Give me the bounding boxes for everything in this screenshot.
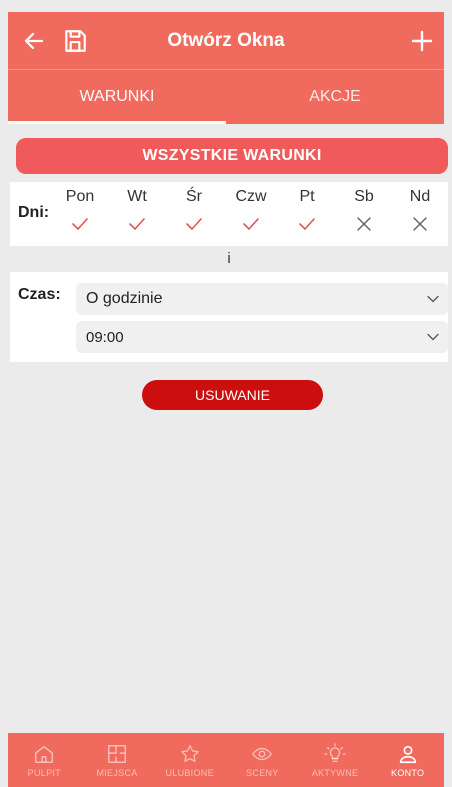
day-sunday[interactable]: Nd: [400, 188, 440, 239]
floorplan-icon: [108, 744, 126, 763]
nav-label: PULPIT: [27, 767, 61, 778]
time-label: Czas:: [18, 286, 61, 303]
nav-label: SCENY: [246, 767, 279, 778]
day-label: Sb: [354, 188, 374, 205]
time-card: Czas: O godzinie 09:00: [10, 272, 448, 362]
days-card: Dni: Pon Wt Śr Czw Pt Sb Nd: [10, 182, 448, 246]
conjunction-label: i: [227, 250, 231, 267]
checkmark-icon: [299, 218, 315, 231]
all-conditions-button[interactable]: WSZYSTKIE WARUNKI: [16, 138, 448, 174]
nav-item-favorites[interactable]: ULUBIONE: [153, 733, 226, 787]
checkmark-icon: [129, 218, 145, 231]
day-tuesday[interactable]: Wt: [117, 188, 157, 239]
nav-label: MIEJSCA: [96, 767, 138, 778]
floppy-disk-icon[interactable]: [62, 28, 88, 54]
bottom-nav: PULPIT MIEJSCA ULUBIONE SCENY AKTYWNE KO…: [8, 733, 444, 787]
star-icon: [180, 744, 199, 762]
tab-bar: WARUNKI AKCJE: [8, 70, 444, 124]
top-bar: Otwórz Okna WARUNKI AKCJE: [8, 12, 444, 124]
time-mode-value: O godzinie: [86, 290, 163, 307]
delete-button[interactable]: USUWANIE: [142, 380, 323, 410]
nav-item-scenes[interactable]: SCENY: [226, 733, 299, 787]
nav-item-active[interactable]: AKTYWNE: [299, 733, 372, 787]
header: Otwórz Okna: [8, 12, 444, 70]
lightbulb-icon: [324, 742, 346, 762]
nav-item-dashboard[interactable]: PULPIT: [8, 733, 81, 787]
nav-label: ULUBIONE: [165, 767, 214, 778]
checkmark-icon: [243, 218, 259, 231]
day-monday[interactable]: Pon: [60, 188, 100, 239]
plus-icon[interactable]: [410, 29, 434, 53]
day-label: Pt: [299, 188, 315, 205]
nav-item-account[interactable]: KONTO: [371, 733, 444, 787]
day-saturday[interactable]: Sb: [344, 188, 384, 239]
checkmark-icon: [186, 218, 202, 231]
nav-item-places[interactable]: MIEJSCA: [81, 733, 154, 787]
nav-label: AKTYWNE: [311, 767, 359, 778]
home-icon: [35, 745, 54, 763]
day-label: Wt: [127, 188, 147, 205]
arrow-left-icon[interactable]: [22, 29, 46, 53]
day-label: Czw: [235, 188, 267, 205]
day-label: Nd: [409, 188, 431, 205]
user-icon: [399, 745, 416, 763]
tab-actions[interactable]: AKCJE: [226, 70, 444, 124]
eye-icon: [252, 747, 273, 760]
day-wednesday[interactable]: Śr: [174, 188, 214, 239]
checkmark-icon: [72, 218, 88, 231]
day-label: Śr: [186, 188, 202, 205]
nav-label: KONTO: [391, 767, 425, 778]
day-friday[interactable]: Pt: [287, 188, 327, 239]
tab-conditions[interactable]: WARUNKI: [8, 70, 226, 124]
days-label: Dni:: [18, 204, 50, 221]
time-value: 09:00: [86, 328, 124, 346]
chevron-down-icon: [427, 333, 439, 341]
time-mode-select[interactable]: O godzinie: [76, 283, 448, 315]
day-thursday[interactable]: Czw: [231, 188, 271, 239]
day-label: Pon: [65, 188, 95, 205]
cross-icon: [357, 217, 371, 231]
chevron-down-icon: [427, 295, 439, 303]
cross-icon: [413, 217, 427, 231]
time-value-select[interactable]: 09:00: [76, 321, 448, 353]
